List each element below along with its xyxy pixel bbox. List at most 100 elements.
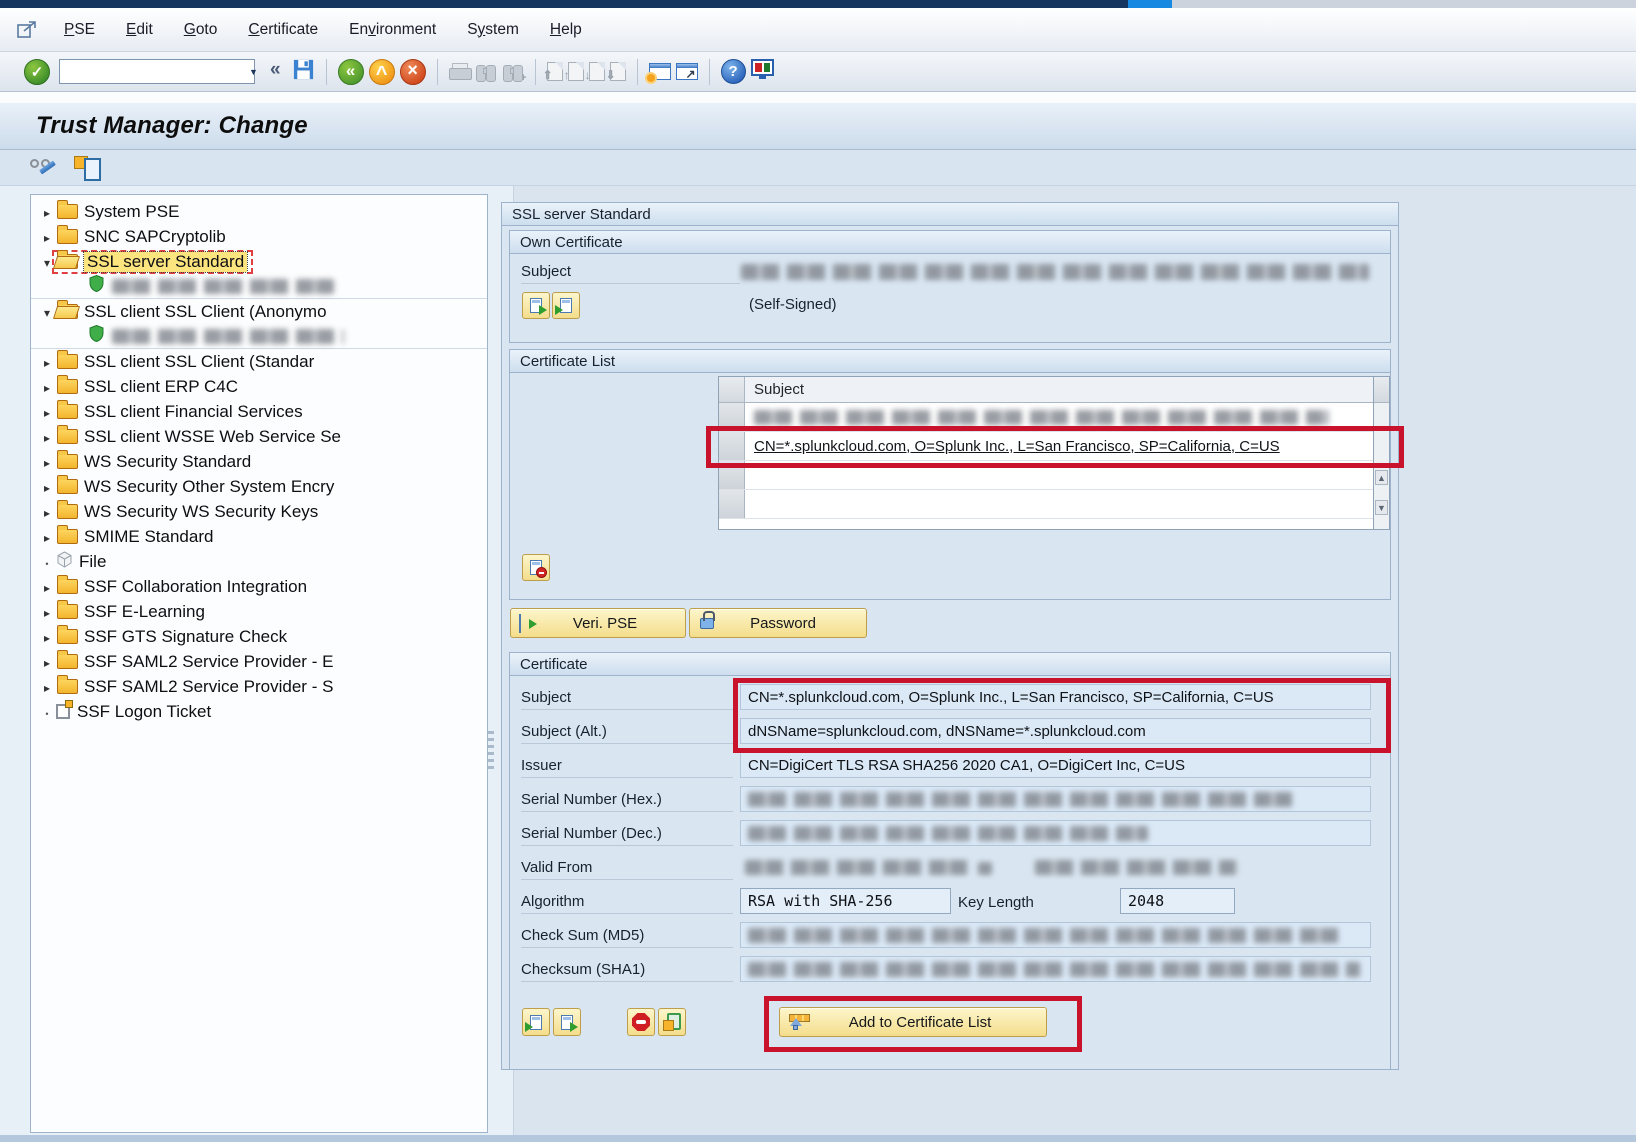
command-dropdown-icon[interactable] <box>249 60 258 83</box>
menu-help[interactable]: Help <box>548 18 584 42</box>
expand-arrow-icon[interactable] <box>39 227 55 247</box>
tree-item-ssl-client-anonymous[interactable]: SSL client SSL Client (Anonymo <box>31 299 487 324</box>
tree-item-ssl-client-financial-services[interactable]: SSL client Financial Services <box>31 399 487 424</box>
key-length-value[interactable]: 2048 <box>1120 888 1235 914</box>
tree-item-system-pse[interactable]: System PSE <box>31 199 487 224</box>
tree-item-redacted-certificate[interactable] <box>31 324 487 349</box>
redistribute-icon[interactable] <box>74 155 102 180</box>
expand-arrow-icon[interactable] <box>39 477 55 497</box>
password-button[interactable]: Password <box>689 608 867 638</box>
first-page-icon[interactable]: ⇑ <box>547 62 563 81</box>
command-input[interactable] <box>60 60 249 83</box>
expand-arrow-icon[interactable] <box>39 202 55 222</box>
collapse-chevron-icon[interactable]: « <box>270 59 281 81</box>
next-page-icon[interactable]: ↓ <box>589 62 605 81</box>
expand-arrow-icon[interactable] <box>39 402 55 422</box>
tree-item-ssl-client-wsse[interactable]: SSL client WSSE Web Service Se <box>31 424 487 449</box>
table-row-empty[interactable] <box>719 461 1373 490</box>
menu-system[interactable]: System <box>465 18 521 42</box>
enter-icon[interactable] <box>24 59 50 85</box>
print-icon[interactable] <box>449 63 470 80</box>
tree-item-redacted-certificate[interactable] <box>31 274 487 299</box>
help-icon[interactable] <box>721 59 746 84</box>
row-selector-header[interactable] <box>719 377 745 402</box>
tree-item-ssl-client-standard[interactable]: SSL client SSL Client (Standar <box>31 349 487 374</box>
export-own-certificate-button[interactable] <box>522 292 550 319</box>
create-shortcut-icon[interactable]: ↗ <box>676 63 698 80</box>
table-row-splunkcloud[interactable]: CN=*.splunkcloud.com, O=Splunk Inc., L=S… <box>719 432 1373 461</box>
expand-arrow-icon[interactable] <box>39 452 55 472</box>
expand-arrow-icon[interactable] <box>39 602 55 622</box>
expand-arrow-icon[interactable] <box>39 377 55 397</box>
table-row-redacted[interactable] <box>719 403 1373 432</box>
issuer-field-value[interactable]: CN=DigiCert TLS RSA SHA256 2020 CA1, O=D… <box>740 752 1371 778</box>
tree-item-ws-security-other[interactable]: WS Security Other System Encry <box>31 474 487 499</box>
expand-arrow-icon[interactable] <box>39 652 55 672</box>
subject-field-value[interactable]: CN=*.splunkcloud.com, O=Splunk Inc., L=S… <box>740 684 1371 710</box>
certificate-subject-link[interactable]: CN=*.splunkcloud.com, O=Splunk Inc., L=S… <box>745 432 1280 460</box>
expand-arrow-icon[interactable] <box>39 352 55 372</box>
tree-item-snc-sapcryptolib[interactable]: SNC SAPCryptolib <box>31 224 487 249</box>
pane-splitter-handle[interactable] <box>488 731 494 771</box>
log-off-icon[interactable] <box>16 20 40 40</box>
set-invalid-button[interactable] <box>627 1008 655 1036</box>
expand-arrow-icon[interactable] <box>39 527 55 547</box>
cancel-icon[interactable] <box>400 59 426 85</box>
gui-settings-icon[interactable] <box>751 59 775 85</box>
tree-item-file[interactable]: File <box>31 549 487 574</box>
menu-environment[interactable]: Environment <box>347 18 438 42</box>
set-valid-button[interactable] <box>658 1008 686 1036</box>
command-field[interactable] <box>59 59 255 84</box>
scroll-up-icon[interactable]: ▲ <box>1375 470 1388 485</box>
serial-hex-field-value[interactable] <box>740 786 1371 812</box>
previous-page-icon[interactable]: ↑ <box>568 62 584 81</box>
delete-from-certificate-list-button[interactable] <box>522 554 550 581</box>
subject-alt-field-value[interactable]: dNSName=splunkcloud.com, dNSName=*.splun… <box>740 718 1371 744</box>
tree-item-ssf-gts[interactable]: SSF GTS Signature Check <box>31 624 487 649</box>
exit-icon[interactable] <box>369 59 395 85</box>
tree-item-ws-security-keys[interactable]: WS Security WS Security Keys <box>31 499 487 524</box>
tree-item-ssf-collaboration[interactable]: SSF Collaboration Integration <box>31 574 487 599</box>
expand-arrow-icon[interactable] <box>39 427 55 447</box>
menu-goto[interactable]: Goto <box>182 18 220 42</box>
import-certificate-button[interactable] <box>522 1008 550 1036</box>
tree-item-ssf-saml2-s[interactable]: SSF SAML2 Service Provider - S <box>31 674 487 699</box>
add-to-certificate-list-button[interactable]: Add to Certificate List <box>779 1007 1047 1037</box>
serial-dec-field-value[interactable] <box>740 820 1371 846</box>
row-selector[interactable] <box>719 432 745 460</box>
display-change-icon[interactable] <box>30 156 62 180</box>
tree-item-ssl-server-standard[interactable]: SSL server Standard <box>31 249 487 274</box>
scroll-down-icon[interactable]: ▼ <box>1375 500 1388 515</box>
menu-pse[interactable]: PSE <box>62 18 97 42</box>
table-row-empty[interactable] <box>719 490 1373 519</box>
save-icon[interactable] <box>292 58 315 86</box>
tree-item-ssf-saml2-e[interactable]: SSF SAML2 Service Provider - E <box>31 649 487 674</box>
tree-item-ssf-elearning[interactable]: SSF E-Learning <box>31 599 487 624</box>
subject-column-header[interactable]: Subject <box>745 377 804 402</box>
expand-arrow-icon[interactable] <box>39 627 55 647</box>
find-icon[interactable] <box>475 62 497 81</box>
tree-item-ssl-client-erp-c4c[interactable]: SSL client ERP C4C <box>31 374 487 399</box>
row-selector[interactable] <box>719 461 745 489</box>
tree-item-ssf-logon-ticket[interactable]: SSF Logon Ticket <box>31 699 487 724</box>
md5-field-value[interactable] <box>740 922 1371 948</box>
tree-item-smime-standard[interactable]: SMIME Standard <box>31 524 487 549</box>
expand-arrow-icon[interactable] <box>39 677 55 697</box>
algorithm-field-value[interactable]: RSA with SHA-256 <box>740 888 951 914</box>
find-next-icon[interactable]: + <box>502 62 524 81</box>
back-icon[interactable] <box>338 59 364 85</box>
replace-own-certificate-button[interactable] <box>552 292 580 319</box>
menu-certificate[interactable]: Certificate <box>246 18 320 42</box>
new-session-icon[interactable] <box>649 63 671 80</box>
sha1-field-value[interactable] <box>740 956 1371 982</box>
expand-arrow-icon[interactable] <box>39 502 55 522</box>
verify-pse-button[interactable]: Veri. PSE <box>510 608 686 638</box>
last-page-icon[interactable]: ⇓ <box>610 62 626 81</box>
export-certificate-button[interactable] <box>553 1008 581 1036</box>
menu-edit[interactable]: Edit <box>124 18 155 42</box>
row-selector[interactable] <box>719 490 745 518</box>
row-selector[interactable] <box>719 403 745 431</box>
expand-arrow-icon[interactable] <box>39 577 55 597</box>
tree-item-ws-security-standard[interactable]: WS Security Standard <box>31 449 487 474</box>
certificate-list-header: Certificate List <box>510 350 1390 373</box>
